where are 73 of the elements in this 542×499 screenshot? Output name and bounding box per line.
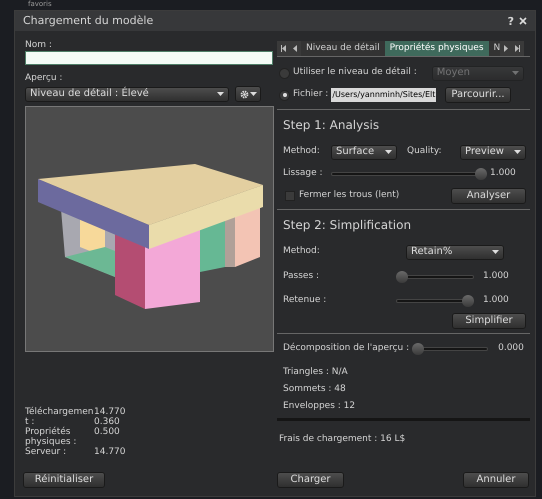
caret-icon bbox=[514, 150, 521, 154]
field-label: Quality: bbox=[407, 145, 443, 158]
info-text: Sommets : 48 bbox=[283, 383, 347, 395]
skip-back-icon bbox=[280, 45, 286, 52]
lod-dropdown[interactable]: Niveau de détail : Élevé bbox=[25, 86, 229, 102]
arrow-left-icon bbox=[293, 45, 297, 52]
field-label: Nom : bbox=[25, 39, 53, 51]
slider-thumb[interactable] bbox=[462, 295, 474, 307]
stat-value: 14.770 bbox=[94, 407, 126, 417]
slider-thumb[interactable] bbox=[396, 271, 408, 283]
window-title: Chargement du modèle bbox=[23, 12, 154, 29]
upload-button[interactable]: Charger bbox=[277, 472, 344, 488]
section-heading: Step 1: Analysis bbox=[283, 118, 380, 132]
next-tab-button[interactable] bbox=[500, 41, 512, 56]
previous-tab-button[interactable] bbox=[289, 41, 301, 56]
caret-icon bbox=[492, 250, 499, 254]
smoothing-slider[interactable] bbox=[331, 168, 487, 180]
value-slider[interactable] bbox=[396, 295, 474, 307]
slider-label: Passes : bbox=[283, 270, 320, 284]
tab[interactable]: N bbox=[488, 41, 500, 56]
value-slider[interactable] bbox=[396, 271, 474, 283]
close-icon[interactable] bbox=[519, 17, 527, 25]
stat-label: Serveur : bbox=[25, 447, 68, 457]
first-tab-button[interactable] bbox=[277, 41, 289, 56]
info-text: Enveloppes : 12 bbox=[283, 400, 356, 412]
slider-label: Lissage : bbox=[283, 167, 324, 180]
arrow-right-icon bbox=[504, 45, 508, 52]
analyze-button[interactable]: Analyser bbox=[451, 188, 526, 204]
last-tab-button[interactable] bbox=[512, 41, 524, 56]
checkbox[interactable] bbox=[285, 191, 295, 201]
radio-label: Utiliser le niveau de détail : bbox=[293, 66, 417, 80]
upload-fee-text: Frais de chargement : 16 L$ bbox=[278, 433, 406, 446]
slider-value: 1.000 bbox=[490, 167, 516, 180]
skip-forward-icon bbox=[515, 45, 520, 52]
field-label: Method: bbox=[283, 145, 321, 158]
cancel-button[interactable]: Annuler bbox=[463, 472, 529, 488]
stat-value: 0.360 bbox=[94, 417, 121, 427]
method-dropdown[interactable]: Surface bbox=[331, 144, 397, 160]
stat-label: Propriétés physiques : bbox=[25, 427, 78, 447]
caret-icon bbox=[512, 71, 519, 75]
quality-dropdown[interactable]: Preview bbox=[460, 144, 526, 160]
decomposition-slider[interactable] bbox=[412, 343, 488, 355]
caret-icon bbox=[385, 150, 392, 154]
field-label: Aperçu : bbox=[25, 72, 64, 84]
tab[interactable]: Propriétés physiques bbox=[384, 41, 489, 56]
stat-value: 0.500 bbox=[94, 427, 120, 437]
checkbox-label: Fermer les trous (lent) bbox=[299, 189, 400, 202]
browse-button[interactable]: Parcourir... bbox=[445, 87, 511, 103]
stat-value: 14.770 bbox=[94, 447, 126, 457]
caret-icon bbox=[217, 92, 224, 96]
settings-button[interactable] bbox=[235, 86, 261, 102]
slider-value: 1.000 bbox=[483, 294, 509, 308]
slider-thumb[interactable] bbox=[475, 168, 487, 180]
radio-button[interactable] bbox=[279, 90, 290, 100]
caret-icon bbox=[250, 92, 256, 96]
radio-label: Fichier : bbox=[293, 88, 328, 102]
slider-label: Retenue : bbox=[283, 294, 328, 308]
reset-button[interactable]: Réinitialiser bbox=[23, 472, 105, 488]
section-heading: Step 2: Simplification bbox=[283, 218, 412, 232]
name-field[interactable] bbox=[25, 51, 273, 65]
slider-thumb[interactable] bbox=[412, 343, 424, 355]
file-path-field[interactable]: /Users/yannminh/Sites/Elt bbox=[331, 88, 436, 102]
tab[interactable]: Niveau de détail bbox=[301, 41, 385, 56]
slider-value: 1.000 bbox=[483, 270, 509, 284]
field-label: Method: bbox=[283, 245, 321, 258]
slider-label: Décomposition de l'aperçu : bbox=[283, 342, 410, 356]
info-text: Triangles : N/A bbox=[283, 366, 349, 378]
stat-label: Téléchargement : bbox=[25, 407, 94, 427]
slider-value: 0.000 bbox=[498, 342, 524, 356]
help-button[interactable]: ? bbox=[508, 16, 514, 26]
simplify-button[interactable]: Simplifier bbox=[452, 313, 526, 329]
settings-icon bbox=[240, 90, 248, 98]
method-dropdown[interactable]: Retain% bbox=[406, 244, 504, 260]
